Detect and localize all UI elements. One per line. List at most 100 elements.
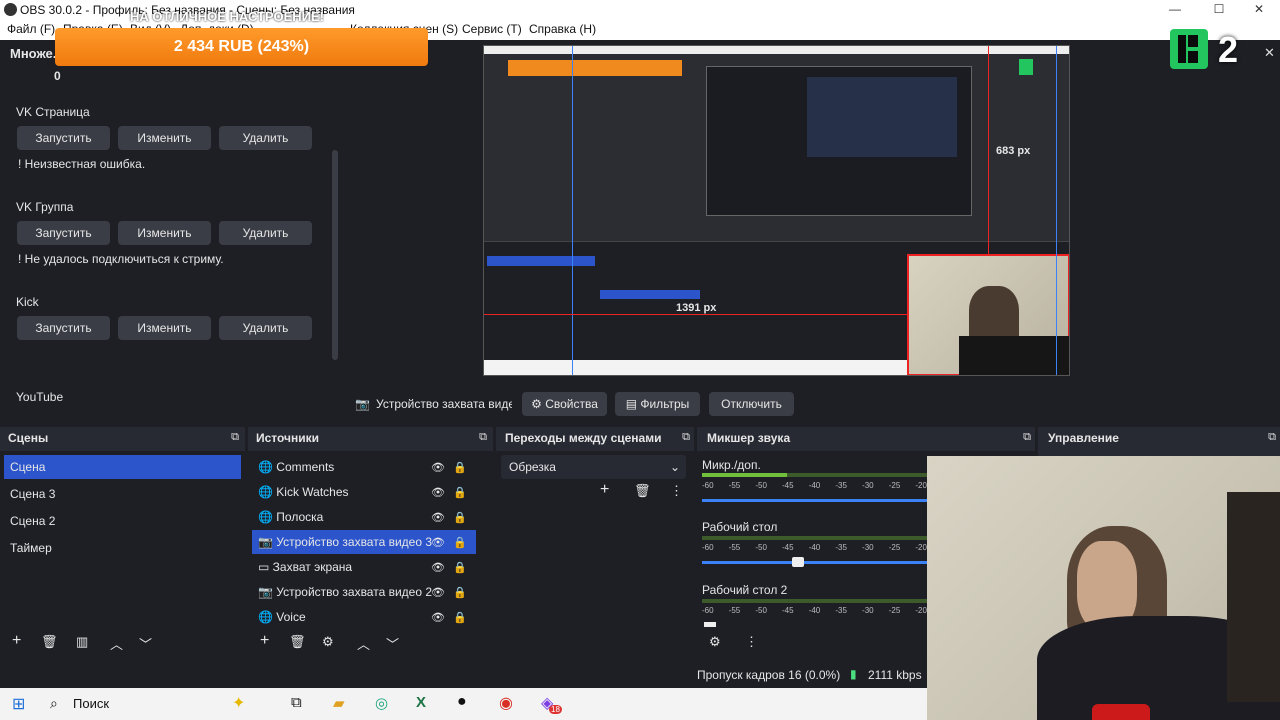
filter-icon[interactable]: ▥ <box>76 634 88 650</box>
start-button[interactable]: Запустить <box>17 221 110 245</box>
undock-icon[interactable]: ⧉ <box>479 431 487 444</box>
tick: -60 <box>702 481 714 490</box>
volume-meter <box>702 599 927 603</box>
eye-icon[interactable]: 👁 <box>431 611 445 624</box>
tick: -40 <box>808 606 821 615</box>
search-icon[interactable]: ⌕ <box>50 695 58 712</box>
transition-select[interactable]: Обрезка ⌄ <box>501 455 686 479</box>
scene-item[interactable]: Сцена 2 <box>4 509 241 533</box>
deactivate-button[interactable]: Отключить <box>709 392 794 416</box>
eye-icon[interactable]: 👁 <box>431 586 445 599</box>
nested-webcam <box>907 254 1069 375</box>
source-toolbar: 📷 Устройство захвата видео ⚙ Свойства ▤ … <box>345 390 1280 418</box>
start-button[interactable]: Запустить <box>17 316 110 340</box>
up-icon[interactable]: ︿ <box>357 634 370 653</box>
excel-icon[interactable]: X <box>416 694 426 711</box>
obs-icon[interactable]: ● <box>457 693 467 711</box>
tick: -30 <box>862 543 874 552</box>
scrollbar[interactable] <box>332 150 338 360</box>
menu-file[interactable]: Файл (F) <box>7 22 55 36</box>
gear-icon[interactable]: ⚙ <box>322 634 334 650</box>
up-icon[interactable]: ︿ <box>110 634 123 653</box>
obs-logo-icon <box>4 3 17 16</box>
preview-canvas[interactable]: 1391 px 683 px <box>483 45 1070 376</box>
taskbar-search[interactable]: Поиск <box>73 696 109 711</box>
delete-button[interactable]: Удалить <box>219 126 312 150</box>
transition-selected: Обрезка <box>509 460 556 474</box>
edit-button[interactable]: Изменить <box>118 126 211 150</box>
undock-icon[interactable]: ⧉ <box>682 431 690 444</box>
minimize-button[interactable]: — <box>1160 2 1190 16</box>
trash-icon[interactable]: 🗑 <box>41 634 58 650</box>
lock-icon[interactable]: 🔒 <box>453 561 467 574</box>
tick: -25 <box>888 481 901 490</box>
add-icon[interactable]: + <box>600 481 609 499</box>
tick: -40 <box>808 543 821 552</box>
menu-help[interactable]: Справка (H) <box>529 22 596 36</box>
delete-button[interactable]: Удалить <box>219 221 312 245</box>
eye-icon[interactable]: 👁 <box>431 561 445 574</box>
close-button[interactable]: ✕ <box>1244 2 1274 16</box>
height-readout: 683 px <box>996 145 1031 157</box>
eye-icon[interactable]: 👁 <box>431 511 445 524</box>
scene-item[interactable]: Сцена <box>4 455 241 479</box>
maximize-button[interactable]: ☐ <box>1204 2 1234 16</box>
lock-icon[interactable]: 🔒 <box>453 486 467 499</box>
tick: -30 <box>862 481 874 490</box>
undock-icon[interactable]: ⧉ <box>1268 431 1276 444</box>
lock-icon[interactable]: 🔒 <box>453 536 467 549</box>
target-name: YouTube <box>16 390 64 404</box>
more-icon[interactable]: ⋮ <box>745 634 758 650</box>
browser-icon: 🌐 <box>258 610 277 624</box>
gear-icon[interactable]: ⚙ <box>709 634 721 650</box>
source-label: Voice <box>276 610 306 624</box>
menu-tools[interactable]: Сервис (T) <box>462 22 522 36</box>
eye-icon[interactable]: 👁 <box>431 536 445 549</box>
add-icon[interactable]: + <box>260 632 269 650</box>
tick: -55 <box>728 481 741 490</box>
down-icon[interactable]: ﹀ <box>386 634 399 653</box>
chrome-icon[interactable]: ◉ <box>499 693 513 713</box>
edit-button[interactable]: Изменить <box>118 221 211 245</box>
lock-icon[interactable]: 🔒 <box>453 586 467 599</box>
add-icon[interactable]: + <box>12 632 21 650</box>
copilot-icon[interactable]: ✦ <box>232 693 245 713</box>
down-icon[interactable]: ﹀ <box>139 634 152 653</box>
properties-button[interactable]: ⚙ Свойства <box>522 392 607 416</box>
undock-icon[interactable]: ⧉ <box>1023 431 1031 444</box>
signal-icon: ▮ <box>850 667 857 681</box>
volume-slider[interactable] <box>702 561 927 564</box>
target-name: VK Страница <box>16 105 90 119</box>
donation-goal: 2 434 RUB (243%) <box>55 28 428 66</box>
undock-icon[interactable]: ⧉ <box>231 431 239 444</box>
edit-button[interactable]: Изменить <box>118 316 211 340</box>
close-icon[interactable]: ✕ <box>1264 45 1275 61</box>
meter-ticks: -60 -55 -50 -45 -40 -35 -30 -25 -20 <box>702 606 927 615</box>
lock-icon[interactable]: 🔒 <box>453 461 467 474</box>
lock-icon[interactable]: 🔒 <box>453 511 467 524</box>
browser-icon: 🌐 <box>258 460 277 474</box>
eye-icon[interactable]: 👁 <box>431 486 445 499</box>
windows-start-icon[interactable]: ⊞ <box>12 694 25 714</box>
more-icon[interactable]: ⋮ <box>670 483 683 499</box>
tick: -40 <box>808 481 821 490</box>
task-view-icon[interactable]: ⧉ <box>291 694 302 711</box>
edge-icon[interactable]: ◎ <box>375 694 388 712</box>
delete-button[interactable]: Удалить <box>219 316 312 340</box>
volume-slider-handle[interactable] <box>792 557 804 567</box>
trash-icon[interactable]: 🗑 <box>289 634 306 650</box>
start-button[interactable]: Запустить <box>17 126 110 150</box>
volume-slider[interactable] <box>702 499 927 502</box>
folder-icon[interactable]: ▰ <box>333 694 345 712</box>
scene-item[interactable]: Таймер <box>4 536 241 560</box>
volume-slider-handle[interactable] <box>704 622 716 627</box>
tick: -25 <box>888 543 901 552</box>
filters-button[interactable]: ▤ Фильтры <box>615 392 700 416</box>
source-label: Устройство захвата видео 2 <box>276 585 433 599</box>
tick: -20 <box>915 481 927 490</box>
lock-icon[interactable]: 🔒 <box>453 611 467 624</box>
tick: -35 <box>835 543 847 552</box>
scene-item[interactable]: Сцена 3 <box>4 482 241 506</box>
eye-icon[interactable]: 👁 <box>431 461 445 474</box>
trash-icon[interactable]: 🗑 <box>634 483 651 499</box>
